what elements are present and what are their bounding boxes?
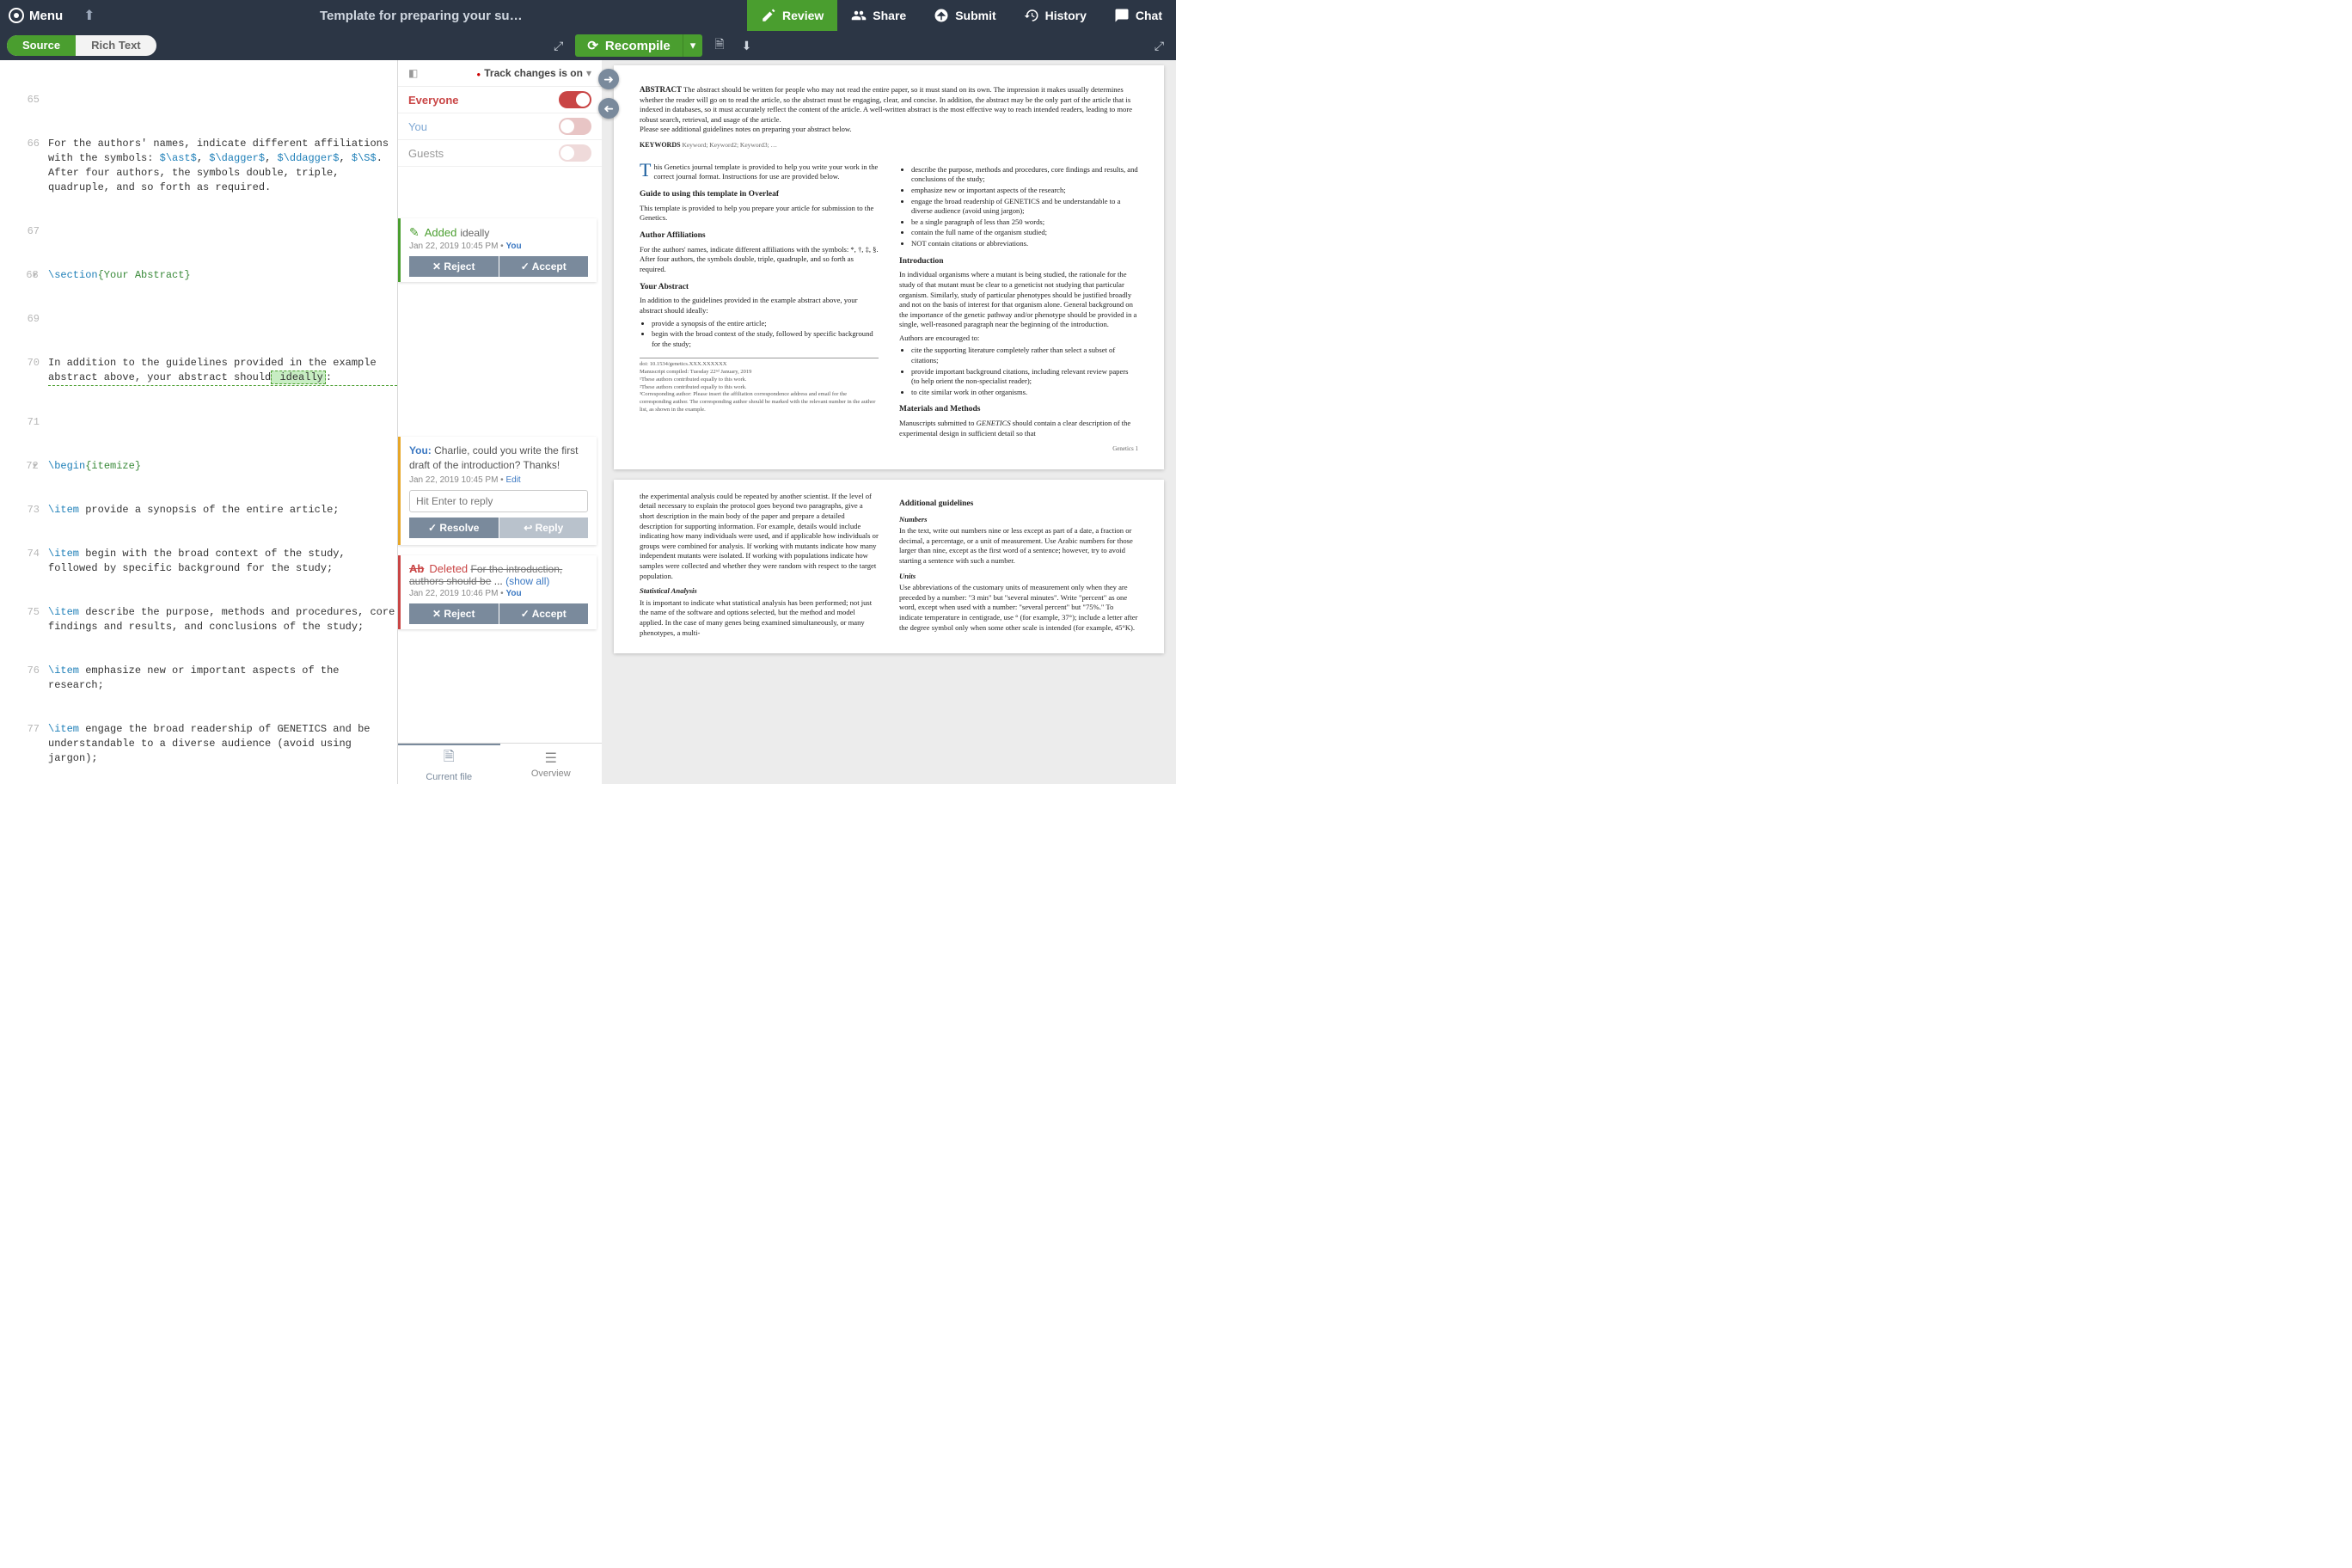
overleaf-logo[interactable]	[9, 8, 24, 23]
review-button[interactable]: Review	[747, 0, 837, 31]
accept-button[interactable]: ✓ Accept	[499, 256, 589, 277]
list-icon: ☰	[545, 750, 557, 767]
strike-icon: Ab	[409, 562, 424, 575]
recompile-menu-caret[interactable]: ▾	[683, 34, 703, 57]
refresh-icon: ⟳	[587, 38, 598, 53]
top-bar: Menu ⬆ Template for preparing your su… R…	[0, 0, 1176, 31]
second-bar: Source Rich Text ⤢ ⟳Recompile ▾ 🗎 ⬇ ⤢	[0, 31, 1176, 60]
source-tab[interactable]: Source	[7, 35, 76, 56]
overview-tab[interactable]: ☰Overview	[500, 744, 603, 784]
track-everyone-toggle[interactable]	[559, 91, 591, 108]
expand-pdf-icon[interactable]: ⤢	[1149, 39, 1169, 53]
expand-editor-icon[interactable]: ⤢	[548, 39, 568, 53]
share-button[interactable]: Share	[837, 0, 920, 31]
added-change-card: ✎Addedideally Jan 22, 2019 10:45 PM • Yo…	[398, 218, 597, 282]
track-you-toggle[interactable]	[559, 118, 591, 135]
deleted-change-card: AbDeleted For the introduction, authors …	[398, 555, 597, 629]
download-icon[interactable]: ⬇	[737, 39, 757, 53]
up-arrow-icon[interactable]: ⬆	[83, 7, 95, 24]
track-you-row: You	[398, 113, 602, 140]
reply-button[interactable]: ↩ Reply	[499, 518, 589, 538]
file-icon: 🗎	[444, 747, 455, 770]
submit-button[interactable]: Submit	[920, 0, 1009, 31]
project-title: Template for preparing your su…	[95, 9, 747, 23]
recompile-button[interactable]: ⟳Recompile	[575, 34, 682, 57]
comment-card: You: Charlie, could you write the first …	[398, 437, 597, 545]
resolve-button[interactable]: ✓ Resolve	[409, 518, 499, 538]
logs-icon[interactable]: 🗎	[709, 35, 729, 56]
pdf-page-1: ABSTRACT The abstract should be written …	[614, 65, 1164, 469]
comment-reply-input[interactable]	[409, 490, 588, 512]
track-everyone-row: Everyone	[398, 87, 602, 113]
pdf-page-2: the experimental analysis could be repea…	[614, 480, 1164, 653]
rich-text-tab[interactable]: Rich Text	[76, 35, 156, 56]
pdf-viewer[interactable]: ABSTRACT The abstract should be written …	[602, 60, 1176, 784]
editor-mode-pill: Source Rich Text	[7, 35, 156, 56]
track-guests-row: Guests	[398, 140, 602, 167]
chat-button[interactable]: Chat	[1100, 0, 1176, 31]
current-file-tab[interactable]: 🗎Current file	[398, 744, 500, 784]
pane-nav-arrows: ➜ ➜	[598, 69, 619, 127]
go-to-code-icon[interactable]: ➜	[598, 98, 619, 119]
code-editor[interactable]: 65 66For the authors' names, indicate di…	[0, 60, 397, 784]
menu-button[interactable]: Menu	[29, 9, 63, 23]
history-button[interactable]: History	[1010, 0, 1100, 31]
show-all-link[interactable]: (show all)	[505, 575, 549, 587]
reject-button[interactable]: ✕ Reject	[409, 256, 499, 277]
pencil-icon: ✎	[409, 225, 420, 239]
review-panel: ◧ ●Track changes is on▾ Everyone You Gue…	[397, 60, 602, 784]
toggle-review-icon[interactable]: ◧	[408, 67, 418, 79]
track-guests-toggle[interactable]	[559, 144, 591, 162]
delete-accept-button[interactable]: ✓ Accept	[499, 603, 589, 624]
delete-reject-button[interactable]: ✕ Reject	[409, 603, 499, 624]
go-to-pdf-icon[interactable]: ➜	[598, 69, 619, 89]
